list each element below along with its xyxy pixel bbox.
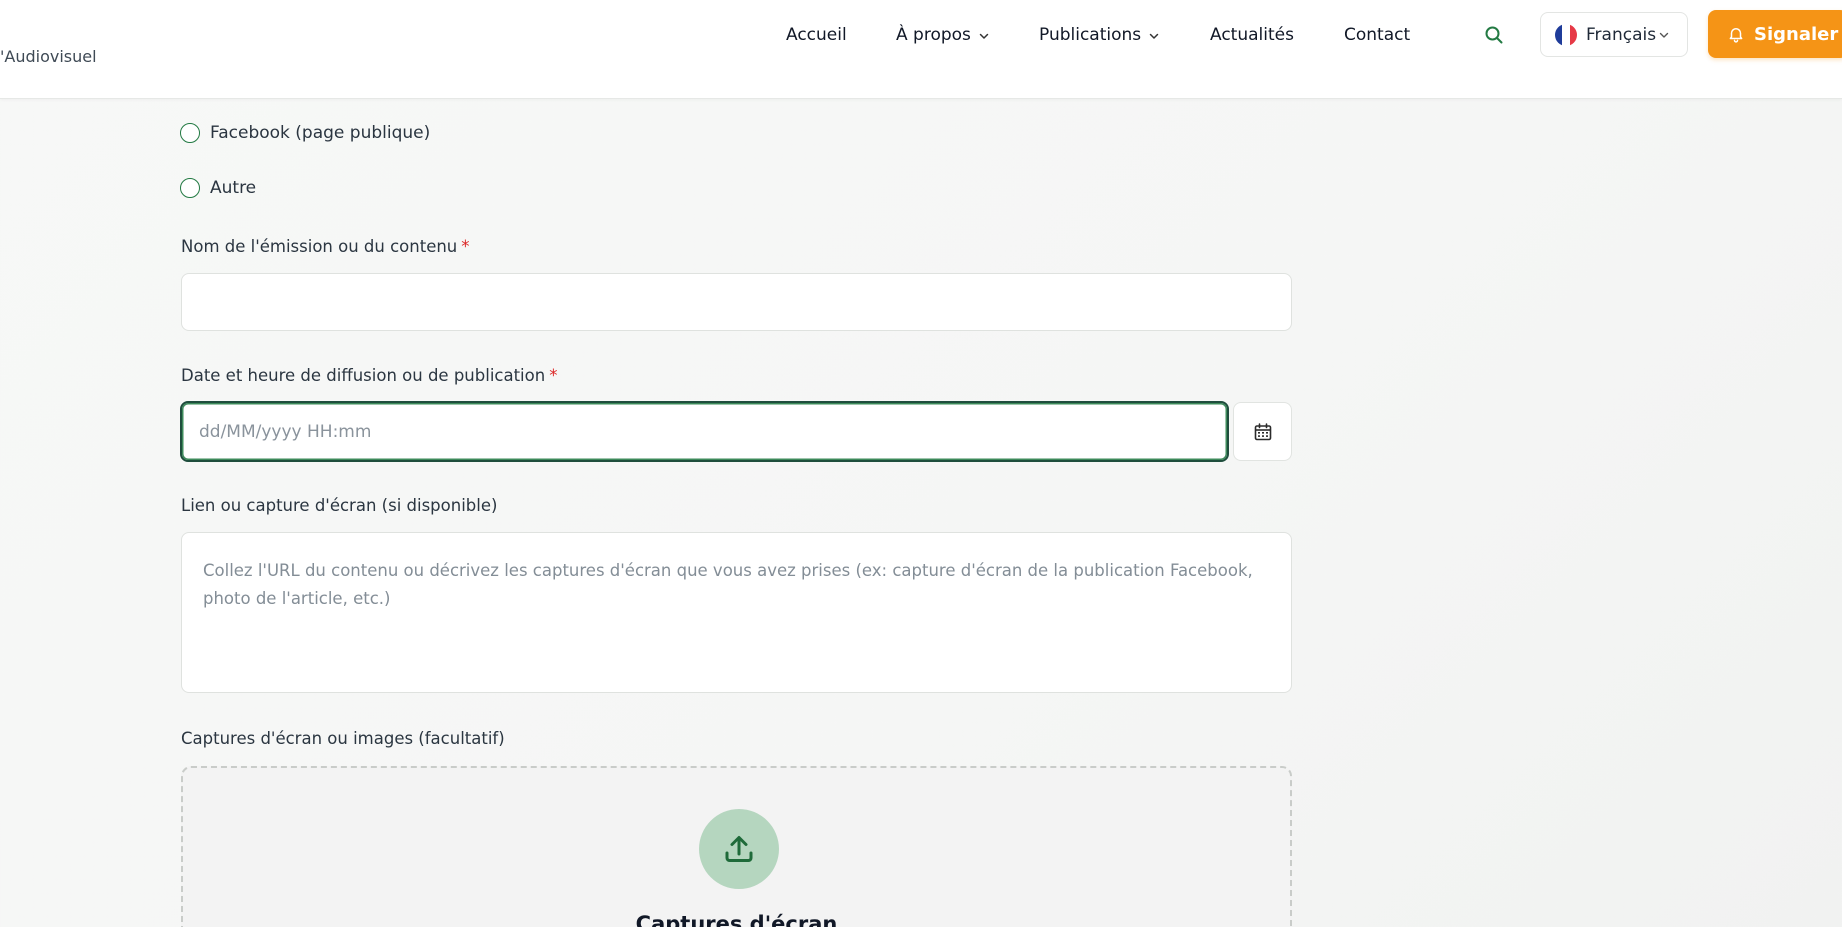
nav-item-a-propos[interactable]: À propos (896, 22, 990, 48)
link-capture-textarea[interactable]: Collez l'URL du contenu ou décrivez les … (181, 532, 1292, 693)
bell-icon (1729, 28, 1743, 43)
report-button-label: Signaler (1754, 23, 1839, 45)
nav-item-contact[interactable]: Contact (1344, 22, 1410, 48)
screenshots-label: Captures d'écran ou images (facultatif) (181, 729, 505, 748)
language-selector[interactable]: Français (1540, 12, 1688, 57)
nav-label: Contact (1344, 25, 1411, 45)
radio-autre[interactable]: Autre (180, 178, 256, 198)
upload-icon-wrapper (699, 809, 779, 889)
chevron-down-icon (1659, 32, 1669, 38)
nav-item-actualites[interactable]: Actualités (1210, 22, 1294, 48)
search-icon[interactable] (1483, 24, 1505, 46)
nav-item-publications[interactable]: Publications (1039, 22, 1160, 48)
date-placeholder: dd/MM/yyyy HH:mm (199, 421, 372, 442)
nav-item-accueil[interactable]: Accueil (786, 22, 847, 48)
language-label: Français (1586, 24, 1656, 45)
screenshot-dropzone[interactable]: Captures d'écran (181, 766, 1292, 927)
content-name-input[interactable] (181, 273, 1292, 331)
label-text: Nom de l'émission ou du contenu (181, 237, 458, 256)
radio-circle[interactable] (180, 178, 200, 198)
calendar-icon (1254, 422, 1271, 440)
calendar-button[interactable] (1233, 402, 1292, 461)
upload-icon (725, 836, 753, 862)
broadcast-date-input[interactable]: dd/MM/yyyy HH:mm (180, 401, 1229, 462)
required-mark: * (549, 366, 558, 385)
nav-label: Actualités (1210, 25, 1294, 45)
site-brand[interactable]: 'Audiovisuel (0, 47, 97, 66)
radio-label: Autre (210, 178, 257, 198)
radio-facebook-page[interactable]: Facebook (page publique) (180, 123, 430, 143)
label-text: Date et heure de diffusion ou de publica… (181, 366, 546, 385)
site-header: 'Audiovisuel Accueil À propos Publicatio… (0, 0, 1842, 99)
fr-flag-icon (1555, 23, 1577, 46)
nav-label: Publications (1039, 25, 1142, 45)
link-capture-label: Lien ou capture d'écran (si disponible) (181, 496, 498, 515)
dropzone-title: Captures d'écran (635, 912, 838, 927)
broadcast-date-label: Date et heure de diffusion ou de publica… (181, 366, 557, 385)
report-button[interactable]: Signaler (1708, 10, 1842, 58)
chevron-down-icon (1149, 33, 1159, 39)
radio-label: Facebook (page publique) (210, 123, 431, 143)
nav-label: À propos (896, 25, 971, 45)
textarea-placeholder: Collez l'URL du contenu ou décrivez les … (203, 561, 1253, 608)
radio-circle[interactable] (180, 123, 200, 143)
chevron-down-icon (979, 33, 989, 39)
content-name-label: Nom de l'émission ou du contenu * (181, 237, 470, 256)
required-mark: * (461, 237, 470, 256)
nav-label: Accueil (786, 25, 847, 45)
